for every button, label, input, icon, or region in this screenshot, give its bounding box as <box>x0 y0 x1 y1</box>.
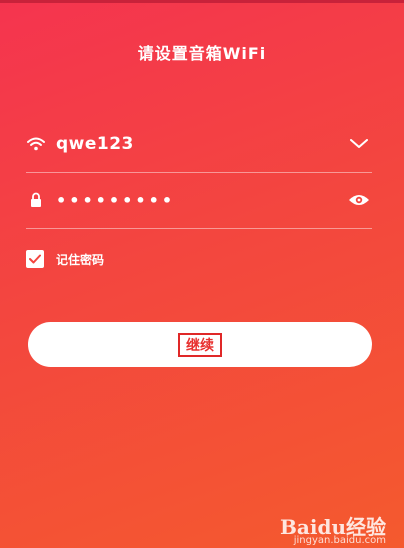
continue-button[interactable]: 继续 <box>28 322 372 367</box>
ssid-field[interactable]: qwe123 <box>26 116 372 173</box>
status-divider <box>0 0 404 3</box>
continue-label: 继续 <box>178 332 222 357</box>
remember-checkbox[interactable] <box>26 250 44 268</box>
checkmark-icon <box>29 254 41 264</box>
password-field[interactable]: ••••••••• <box>26 172 372 229</box>
chevron-down-icon[interactable] <box>346 132 372 156</box>
watermark-url: jingyan.baidu.com <box>293 535 386 546</box>
remember-password-toggle[interactable]: 记住密码 <box>26 250 104 268</box>
page-title: 请设置音箱WiFi <box>137 44 267 63</box>
wifi-icon <box>26 134 46 154</box>
wifi-setup-screen: 请设置音箱WiFi qwe123 ••••••••• 记住密码 继续 Baidu… <box>0 0 404 548</box>
lock-icon <box>26 190 46 210</box>
eye-icon[interactable] <box>346 188 372 212</box>
password-value: ••••••••• <box>56 190 176 210</box>
ssid-value: qwe123 <box>56 134 134 154</box>
baidu-watermark: Baidu经验 jingyan.baidu.com <box>280 511 386 546</box>
remember-password-label: 记住密码 <box>56 252 105 267</box>
